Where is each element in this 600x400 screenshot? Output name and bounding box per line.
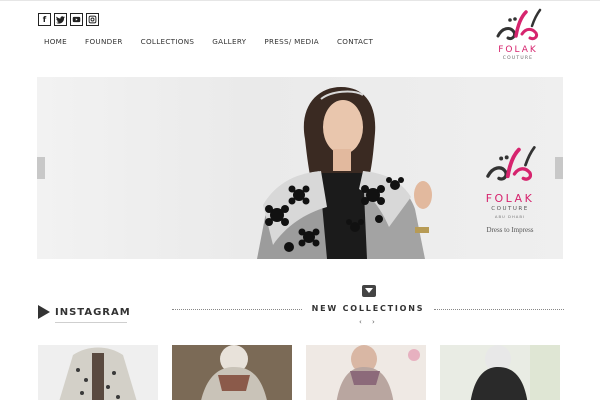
hero-logo: FOLAK COUTURE ABU DHABI Dress to Impress [475,143,545,234]
hero-brand-subtitle: COUTURE [491,206,529,212]
calligraphy-logo-icon [496,8,542,41]
collections-prev-icon[interactable]: ‹ [359,318,362,326]
new-collections-heading: NEW COLLECTIONS ‹ › [172,285,564,326]
top-divider [0,0,600,1]
new-collections-title: NEW COLLECTIONS [311,304,425,313]
nav-home[interactable]: HOME [44,37,67,46]
slider-prev-arrow[interactable] [37,157,45,179]
instagram-heading: INSTAGRAM [38,305,131,319]
collections-next-icon[interactable]: › [372,318,375,326]
twitter-icon[interactable] [54,13,67,26]
hero-brand-location: ABU DHABI [494,214,526,219]
hero-tagline: Dress to Impress [486,226,534,234]
thumbnail-1[interactable] [38,345,158,400]
slider-next-arrow[interactable] [555,157,563,179]
nav-gallery[interactable]: GALLERY [212,37,246,46]
nav-collections[interactable]: COLLECTIONS [141,37,195,46]
youtube-icon[interactable] [70,13,83,26]
instagram-underline [55,322,127,323]
nav-founder[interactable]: FOUNDER [85,37,123,46]
instagram-icon[interactable] [86,13,99,26]
play-arrow-icon [38,305,50,319]
thumbnail-4[interactable] [440,345,560,400]
site-logo[interactable]: FOLAK COUTURE [488,6,548,68]
main-nav: HOME FOUNDER COLLECTIONS GALLERY PRESS/ … [44,37,391,46]
facebook-icon[interactable]: f [38,13,51,26]
logo-brand-name: FOLAK [498,45,538,55]
thumbnail-3-image [306,345,426,400]
dotted-rule-right [434,309,564,310]
down-arrow-icon [362,285,376,297]
thumbnail-1-image [38,345,158,400]
thumbnail-2[interactable] [172,345,292,400]
nav-contact[interactable]: CONTACT [337,37,373,46]
logo-subtitle: COUTURE [502,56,534,61]
nav-press-media[interactable]: PRESS/ MEDIA [264,37,319,46]
collection-thumbnails [38,345,560,400]
hero-calligraphy-icon [486,146,536,181]
social-links: f [38,13,99,26]
thumbnail-4-image [440,345,560,400]
thumbnail-3[interactable] [306,345,426,400]
thumbnail-2-image [172,345,292,400]
hero-brand-name: FOLAK [485,192,535,205]
dotted-rule-left [172,309,302,310]
hero-slider[interactable]: FOLAK COUTURE ABU DHABI Dress to Impress [37,77,563,259]
instagram-title: INSTAGRAM [55,306,131,318]
